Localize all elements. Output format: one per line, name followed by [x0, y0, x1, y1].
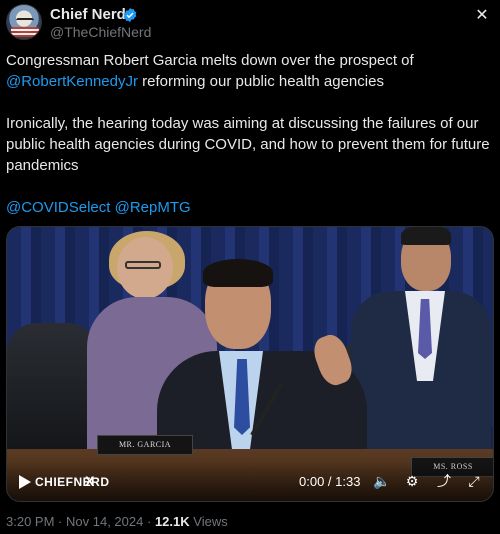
- tweet-text-segment: Congressman Robert Garcia melts down ove…: [6, 52, 414, 69]
- mention-link[interactable]: @RobertKennedyJr: [6, 73, 138, 90]
- tweet-date[interactable]: Nov 14, 2024: [66, 514, 143, 529]
- hair: [401, 227, 451, 245]
- tweet-paragraph-2: Ironically, the hearing today was aiming…: [6, 115, 490, 174]
- mention-link[interactable]: @COVIDSelect: [6, 199, 110, 216]
- mention-link[interactable]: @RepMTG: [115, 199, 191, 216]
- avatar-glasses: [16, 18, 34, 23]
- settings-icon[interactable]: ⚙: [403, 472, 421, 490]
- tweet-meta: 3:20 PM · Nov 14, 2024 · 12.1K Views: [6, 514, 228, 529]
- tweet-text-segment: reforming our public health agencies: [137, 73, 384, 90]
- fullscreen-icon[interactable]: ⤢: [465, 472, 483, 490]
- chair: [7, 323, 97, 463]
- video-controls: CHIEFNERD X 0:00 / 1:33 🔈 ⚙ ⤴ ⤢: [7, 461, 493, 501]
- hair: [203, 259, 273, 287]
- volume-icon[interactable]: 🔈: [373, 472, 391, 490]
- verified-badge-icon: [123, 8, 137, 22]
- meta-separator: ·: [146, 514, 152, 529]
- video-player[interactable]: MR. GARCIA MS. ROSS CHIEFNERD X 0:00 / 1…: [6, 226, 494, 502]
- avatar[interactable]: [6, 4, 42, 40]
- views-label: Views: [193, 514, 228, 529]
- author-name[interactable]: Chief Nerd: [50, 6, 126, 23]
- author-handle[interactable]: @TheChiefNerd: [50, 24, 151, 40]
- tweet-paragraph-1: Congressman Robert Garcia melts down ove…: [6, 50, 496, 92]
- video-time: 0:00 / 1:33: [299, 474, 361, 489]
- tweet-paragraph-3: @COVIDSelect @RepMTG: [6, 197, 496, 218]
- play-icon[interactable]: [19, 475, 31, 489]
- brand-x-logo: X: [85, 473, 95, 489]
- glasses: [125, 261, 161, 269]
- tweet-body: Congressman Robert Garcia melts down ove…: [6, 50, 496, 218]
- share-icon[interactable]: ⤴: [435, 472, 453, 490]
- tweet-header: Chief Nerd @TheChiefNerd ✕: [6, 4, 494, 44]
- close-icon[interactable]: ✕: [474, 8, 490, 24]
- views-count: 12.1K: [154, 514, 190, 529]
- avatar-flag: [11, 27, 39, 37]
- nameplate-garcia: MR. GARCIA: [97, 435, 193, 455]
- channel-brand: CHIEFNERD: [35, 475, 110, 489]
- meta-separator: ·: [58, 514, 63, 529]
- tweet-time[interactable]: 3:20 PM: [6, 514, 54, 529]
